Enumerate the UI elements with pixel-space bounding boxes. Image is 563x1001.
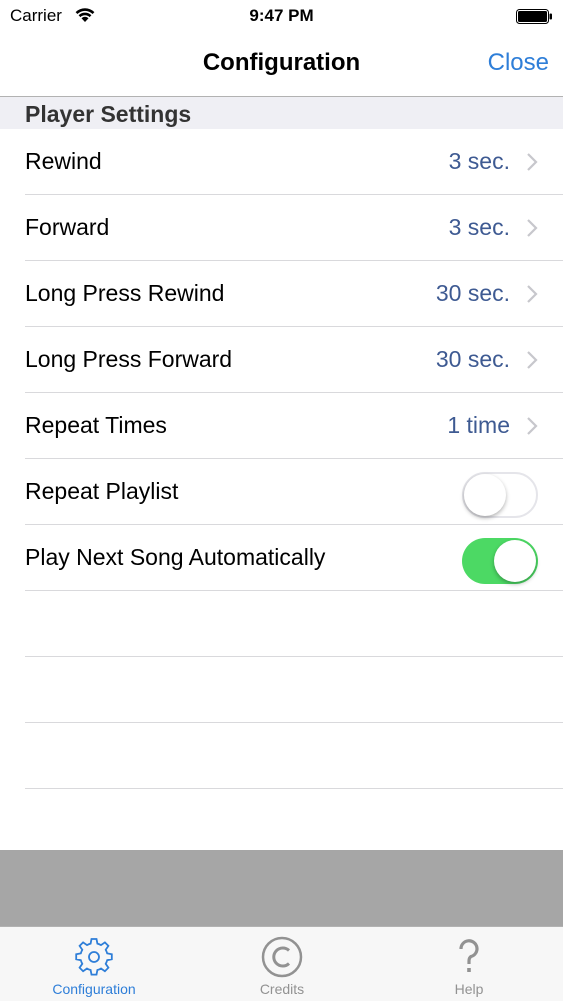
- setting-label: Forward: [25, 214, 110, 240]
- setting-row-repeat-playlist: Repeat Playlist: [25, 459, 563, 525]
- setting-label: Long Press Forward: [25, 346, 233, 372]
- close-button[interactable]: Close: [488, 49, 549, 77]
- setting-label: Rewind: [25, 148, 102, 174]
- settings-list: Rewind 3 sec. Forward 3 sec. Long Press …: [0, 129, 563, 789]
- copyright-icon: [261, 936, 303, 978]
- setting-row-repeat-times[interactable]: Repeat Times 1 time: [25, 393, 563, 459]
- empty-row: [25, 591, 563, 657]
- setting-row-rewind[interactable]: Rewind 3 sec.: [25, 129, 563, 195]
- setting-row-long-press-rewind[interactable]: Long Press Rewind 30 sec.: [25, 261, 563, 327]
- section-header-text: Player Settings: [25, 101, 192, 127]
- setting-value: 30 sec.: [435, 280, 510, 306]
- repeat-playlist-toggle[interactable]: [462, 472, 538, 518]
- play-next-toggle[interactable]: [462, 538, 538, 584]
- setting-value: 30 sec.: [435, 346, 510, 372]
- chevron-right-icon: [527, 153, 538, 171]
- navigation-bar: Configuration Close: [0, 32, 563, 97]
- status-bar: Carrier 9:47 PM: [0, 0, 563, 32]
- tab-label: Credits: [259, 981, 305, 997]
- setting-label: Repeat Playlist: [25, 478, 179, 504]
- battery-icon: [516, 9, 552, 24]
- setting-row-play-next: Play Next Song Automatically: [25, 525, 563, 591]
- tab-credits[interactable]: Credits: [188, 927, 376, 1001]
- tab-configuration[interactable]: Configuration: [0, 927, 188, 1001]
- chevron-right-icon: [527, 417, 538, 435]
- setting-value: 1 time: [447, 412, 510, 438]
- setting-value: 3 sec.: [448, 214, 510, 240]
- setting-label: Play Next Song Automatically: [25, 544, 326, 570]
- setting-label: Repeat Times: [25, 412, 167, 438]
- question-icon: [459, 939, 479, 972]
- tab-label: Configuration: [52, 981, 136, 997]
- gray-overlay-area: [0, 850, 563, 926]
- setting-row-forward[interactable]: Forward 3 sec.: [25, 195, 563, 261]
- tab-help[interactable]: Help: [375, 927, 563, 1001]
- toggle-knob: [494, 540, 536, 582]
- empty-row: [25, 657, 563, 723]
- tab-bar: Configuration Credits Help: [0, 926, 563, 1001]
- page-title: Configuration: [202, 49, 361, 76]
- chevron-right-icon: [527, 285, 538, 303]
- gear-icon: [75, 938, 113, 976]
- setting-value: 3 sec.: [448, 148, 510, 174]
- toggle-knob: [464, 474, 506, 516]
- empty-row: [25, 723, 563, 789]
- setting-row-long-press-forward[interactable]: Long Press Forward 30 sec.: [25, 327, 563, 393]
- tab-label: Help: [454, 981, 484, 997]
- setting-label: Long Press Rewind: [25, 280, 225, 306]
- status-time: 9:47 PM: [249, 6, 314, 25]
- chevron-right-icon: [527, 351, 538, 369]
- chevron-right-icon: [527, 219, 538, 237]
- section-header: Player Settings: [0, 97, 563, 129]
